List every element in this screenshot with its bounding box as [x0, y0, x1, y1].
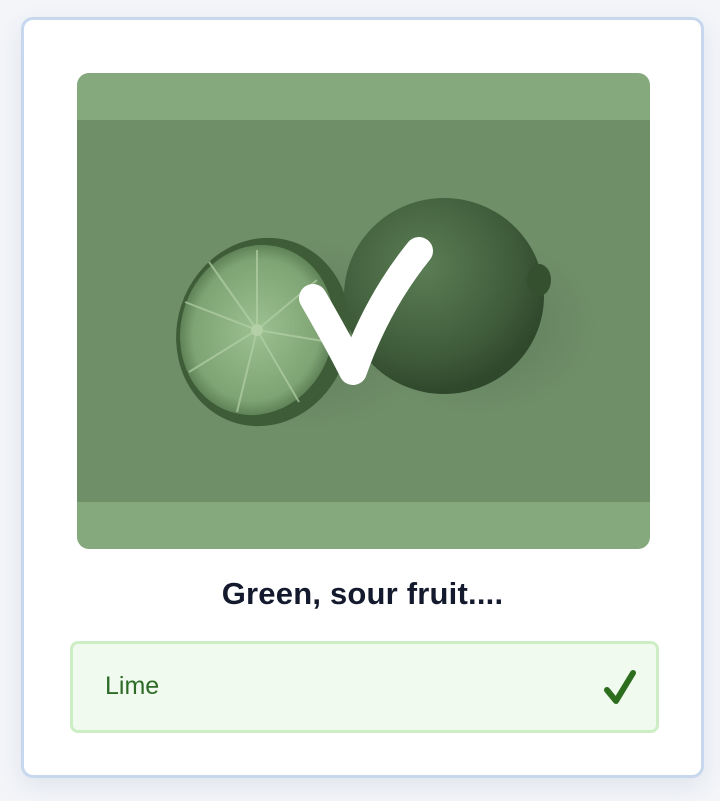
- question-image: [77, 73, 650, 549]
- answer-label: Lime: [105, 672, 160, 700]
- checkmark-icon: [604, 670, 636, 704]
- quiz-card: Green, sour fruit.... Lime: [21, 17, 704, 778]
- answer-option-lime[interactable]: Lime: [70, 641, 659, 733]
- question-text: Green, sour fruit....: [221, 576, 504, 611]
- checkmark-icon: [299, 237, 433, 385]
